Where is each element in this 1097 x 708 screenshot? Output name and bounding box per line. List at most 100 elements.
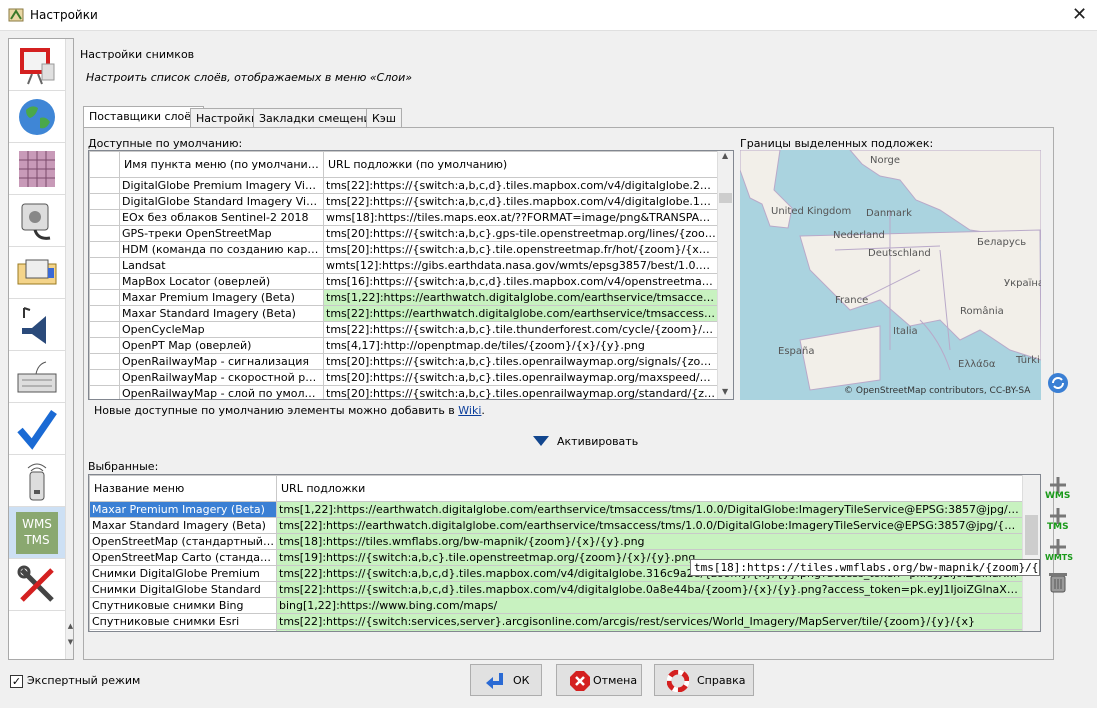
layer-url-cell[interactable]: wms[18]:https://tiles.maps.eox.at/??FORM… <box>323 209 719 226</box>
sidebar-item-display[interactable] <box>9 39 65 91</box>
layer-url-cell[interactable]: tms[22]:https://{switch:a,b,c,d}.tiles.m… <box>276 581 1024 598</box>
tab-layer-providers[interactable]: Поставщики слоёв <box>83 106 204 129</box>
layer-url-cell[interactable]: tms[22]:https://{switch:a,b,c}.tile.thun… <box>323 321 719 338</box>
table-row[interactable]: OpenCycleMap tms[22]:https://{switch:a,b,… <box>89 321 719 338</box>
scroll-up-icon[interactable]: ▲ <box>66 621 73 631</box>
scroll-up-icon[interactable]: ▲ <box>722 151 728 160</box>
selected-layers-table[interactable]: Название меню URL подложки Maxar Premium… <box>88 474 1041 632</box>
activate-button[interactable]: Активировать <box>530 432 640 452</box>
scroll-thumb[interactable] <box>1025 515 1038 555</box>
layer-name-cell[interactable]: OpenStreetMap (стандартный чёр... <box>89 533 277 550</box>
column-header-menu-name[interactable]: Имя пункта меню (по умолчанию) <box>119 151 324 178</box>
sidebar-scrollbar[interactable]: ▲ ▼ <box>65 39 73 659</box>
close-button[interactable]: ✕ <box>1062 0 1097 31</box>
table-row[interactable]: OpenStreetMap (стандартный чёр...tms[18]… <box>89 533 1024 550</box>
layer-url-cell[interactable]: tms[22]:https://{switch:services,server}… <box>276 613 1024 630</box>
table-row[interactable]: OpenRailwayMap - сигнализация tms[20]:htt… <box>89 353 719 370</box>
layer-name-cell[interactable]: Спутниковые снимки Esri (Clarity) <box>89 629 277 631</box>
table-row[interactable]: Спутниковые снимки Esri (Clarity)tms[22]… <box>89 629 1024 631</box>
table-row[interactable]: Спутниковые снимки Esri tms[22]:https://{… <box>89 613 1024 630</box>
layer-name-cell[interactable]: Снимки DigitalGlobe Premium <box>89 565 277 582</box>
layer-name-cell[interactable]: OpenRailwayMap - слой по умолчанию <box>119 385 324 399</box>
layer-url-cell[interactable]: tms[22]:https://clarity.maptiles.arcgis.… <box>276 629 1024 631</box>
add-wms-button[interactable]: WMS <box>1045 476 1071 506</box>
layer-name-cell[interactable]: OpenRailwayMap - скоростной режим <box>119 369 324 386</box>
layer-url-cell[interactable]: tms[22]:https://{switch:a,b,c,d}.tiles.m… <box>323 177 719 194</box>
layer-name-cell[interactable]: Landsat <box>119 257 324 274</box>
tab-cache[interactable]: Кэш <box>366 108 402 128</box>
layer-name-cell[interactable]: Maxar Standard Imagery (Beta) <box>89 517 277 534</box>
layer-url-cell[interactable]: tms[1,22]:https://earthwatch.digitalglob… <box>276 501 1024 518</box>
sidebar-item-advanced[interactable] <box>9 559 65 611</box>
available-scrollbar[interactable]: ▲ ▼ <box>717 151 733 399</box>
table-row[interactable]: OpenPT Map (оверлей) tms[4,17]:http://ope… <box>89 337 719 354</box>
delete-button[interactable] <box>1047 570 1069 594</box>
layer-name-cell[interactable]: Maxar Premium Imagery (Beta) <box>89 501 277 518</box>
layer-name-cell[interactable]: OpenCycleMap <box>119 321 324 338</box>
layer-name-cell[interactable]: GPS-треки OpenStreetMap <box>119 225 324 242</box>
scroll-down-icon[interactable]: ▼ <box>66 637 73 647</box>
bounds-map[interactable]: Norge United Kingdom Danmark Nederland Б… <box>740 150 1041 400</box>
scroll-down-icon[interactable]: ▼ <box>722 387 728 396</box>
layer-name-cell[interactable]: EOx без облаков Sentinel-2 2018 <box>119 209 324 226</box>
sidebar-item-plugins[interactable] <box>9 195 65 247</box>
layer-name-cell[interactable]: OpenPT Map (оверлей) <box>119 337 324 354</box>
layer-name-cell[interactable]: OpenRailwayMap - сигнализация <box>119 353 324 370</box>
sidebar-item-shortcuts[interactable] <box>9 351 65 403</box>
sidebar-item-validator[interactable] <box>9 403 65 455</box>
layer-name-cell[interactable]: DigitalGlobe Premium Imagery Vintage <box>119 177 324 194</box>
layer-url-cell[interactable]: tms[22]:https://{switch:a,b,c,d}.tiles.m… <box>323 193 719 210</box>
sidebar-item-remote-control[interactable] <box>9 455 65 507</box>
layer-name-cell[interactable]: Спутниковые снимки Bing <box>89 597 277 614</box>
table-row[interactable]: GPS-треки OpenStreetMap tms[20]:https://{… <box>89 225 719 242</box>
layer-name-cell[interactable]: Maxar Standard Imagery (Beta) <box>119 305 324 322</box>
layer-url-cell[interactable]: tms[22]:https://earthwatch.digitalglobe.… <box>323 305 719 322</box>
layer-url-cell[interactable]: wmts[12]:https://gibs.earthdata.nasa.gov… <box>323 257 719 274</box>
layer-url-cell[interactable]: tms[20]:https://{switch:a,b,c}.gps-tile.… <box>323 225 719 242</box>
expert-mode-checkbox[interactable]: ✓ <box>10 675 23 688</box>
layer-name-cell[interactable]: OpenStreetMap Carto (стандартн... <box>89 549 277 566</box>
table-row[interactable]: MapBox Locator (оверлей) tms[16]:https://… <box>89 273 719 290</box>
layer-url-cell[interactable]: bing[1,22]:https://www.bing.com/maps/ <box>276 597 1024 614</box>
selected-scrollbar[interactable] <box>1022 475 1040 631</box>
available-layers-table[interactable]: Имя пункта меню (по умолчанию) URL подло… <box>88 150 734 400</box>
layer-name-cell[interactable]: HDM (команда по созданию карт гум... <box>119 241 324 258</box>
layer-name-cell[interactable]: Maxar Premium Imagery (Beta) <box>119 289 324 306</box>
column-header-url[interactable]: URL подложки <box>276 475 1024 502</box>
table-row[interactable]: HDM (команда по созданию карт гум...tms[… <box>89 241 719 258</box>
add-wmts-button[interactable]: WMTS <box>1045 538 1073 566</box>
help-button[interactable]: Справка <box>654 664 754 696</box>
table-row[interactable]: Снимки DigitalGlobe Standard tms[22]:http… <box>89 581 1024 598</box>
scroll-thumb[interactable] <box>719 193 732 203</box>
layer-name-cell[interactable]: Спутниковые снимки Esri <box>89 613 277 630</box>
sidebar-item-connection[interactable] <box>9 91 65 143</box>
table-row[interactable]: Maxar Premium Imagery (Beta) tms[1,22]:ht… <box>89 501 1024 518</box>
cancel-button[interactable]: Отмена <box>556 664 642 696</box>
layer-url-cell[interactable]: tms[1,22]:https://earthwatch.digitalglob… <box>323 289 719 306</box>
sidebar-item-toolbar[interactable] <box>9 247 65 299</box>
column-header-url[interactable]: URL подложки (по умолчанию) <box>323 151 719 178</box>
layer-url-cell[interactable]: tms[20]:https://{switch:a,b,c}.tiles.ope… <box>323 369 719 386</box>
ok-button[interactable]: ОК <box>470 664 542 696</box>
layer-name-cell[interactable]: Снимки DigitalGlobe Standard <box>89 581 277 598</box>
table-row[interactable]: Maxar Premium Imagery (Beta) tms[1,22]:ht… <box>89 289 719 306</box>
table-row[interactable]: OpenRailwayMap - слой по умолчанию tms[20… <box>89 385 719 399</box>
table-row[interactable]: Maxar Standard Imagery (Beta) tms[22]:htt… <box>89 305 719 322</box>
layer-url-cell[interactable]: tms[22]:https://earthwatch.digitalglobe.… <box>276 517 1024 534</box>
table-row[interactable]: EOx без облаков Sentinel-2 2018 wms[18]:h… <box>89 209 719 226</box>
tab-offset-bookmarks[interactable]: Закладки смещений <box>253 108 384 128</box>
layer-url-cell[interactable]: tms[16]:https://{switch:a,b,c,d}.tiles.m… <box>323 273 719 290</box>
layer-url-cell[interactable]: tms[20]:https://{switch:a,b,c}.tiles.ope… <box>323 353 719 370</box>
wiki-link[interactable]: Wiki <box>458 404 481 417</box>
sidebar-item-projection[interactable] <box>9 143 65 195</box>
refresh-icon[interactable] <box>1047 372 1069 394</box>
layer-url-cell[interactable]: tms[4,17]:http://openptmap.de/tiles/{zoo… <box>323 337 719 354</box>
layer-url-cell[interactable]: tms[20]:https://{switch:a,b,c}.tiles.ope… <box>323 385 719 399</box>
sidebar-item-audio[interactable] <box>9 299 65 351</box>
table-row[interactable]: Maxar Standard Imagery (Beta) tms[22]:htt… <box>89 517 1024 534</box>
column-header-menu-name[interactable]: Название меню <box>89 475 277 502</box>
sidebar-item-imagery[interactable]: WMS TMS <box>9 507 65 559</box>
add-tms-button[interactable]: TMS <box>1045 507 1071 537</box>
table-row[interactable]: OpenRailwayMap - скоростной режим tms[20]… <box>89 369 719 386</box>
layer-url-cell[interactable]: tms[18]:https://tiles.wmflabs.org/bw-map… <box>276 533 1024 550</box>
